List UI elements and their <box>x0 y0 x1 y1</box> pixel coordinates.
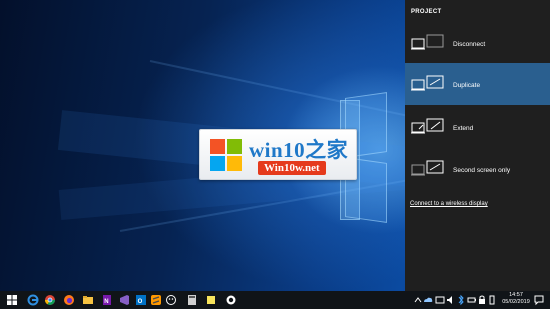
logo-subtitle: Win10w.net <box>258 161 326 175</box>
connect-wireless-display-link[interactable]: Connect to a wireless display <box>410 201 488 207</box>
lock-icon[interactable] <box>478 294 486 306</box>
project-pane: PROJECT Disconnect Duplicate Extend Seco… <box>405 0 550 291</box>
calculator-icon[interactable] <box>186 294 198 306</box>
duplicate-icon <box>411 75 444 91</box>
store-icon[interactable] <box>225 294 237 306</box>
option-second-screen-only[interactable]: Second screen only <box>405 148 550 190</box>
snipping-icon[interactable] <box>165 294 177 306</box>
windows-logo-icon <box>210 139 242 171</box>
sticky-notes-icon[interactable] <box>205 294 217 306</box>
watermark-logo: win10之家 Win10w.net <box>199 129 357 180</box>
clock-time: 14:57 <box>509 292 523 298</box>
outlook-icon[interactable]: O <box>135 294 147 306</box>
show-hidden-icons-chevron[interactable] <box>414 294 422 306</box>
onedrive-icon[interactable] <box>423 294 433 306</box>
network-icon[interactable] <box>435 294 445 306</box>
onenote-icon[interactable]: N <box>101 294 113 306</box>
option-label: Second screen only <box>453 167 511 174</box>
bluetooth-icon[interactable] <box>457 294 465 306</box>
pc-screen-only-icon <box>411 34 444 50</box>
action-center-icon[interactable] <box>534 294 544 306</box>
battery-icon[interactable] <box>467 294 477 306</box>
clock-date: 05/02/2019 <box>502 299 530 305</box>
edge-icon[interactable] <box>27 294 39 306</box>
taskbar: N O 14:57 05/02/2019 <box>0 291 550 309</box>
option-label: Duplicate <box>453 82 481 89</box>
firefox-icon[interactable] <box>63 294 75 306</box>
option-duplicate[interactable]: Duplicate <box>405 63 550 105</box>
option-pc-screen-only[interactable]: Disconnect <box>405 22 550 64</box>
svg-text:O: O <box>138 299 143 305</box>
option-label: Extend <box>453 125 474 132</box>
pane-title: PROJECT <box>411 9 442 15</box>
chrome-icon[interactable] <box>44 294 56 306</box>
logo-title: win10之家 <box>249 138 349 162</box>
extend-icon <box>411 118 444 134</box>
volume-icon[interactable] <box>446 294 456 306</box>
file-explorer-icon[interactable] <box>82 294 94 306</box>
second-screen-only-icon <box>411 160 444 176</box>
light-beam <box>149 60 444 125</box>
clock[interactable]: 14:57 05/02/2019 <box>499 292 533 306</box>
visual-studio-icon[interactable] <box>118 294 130 306</box>
option-extend[interactable]: Extend <box>405 106 550 148</box>
sublime-icon[interactable] <box>150 294 162 306</box>
option-label: Disconnect <box>453 41 486 48</box>
svg-text:N: N <box>104 299 108 305</box>
windows-start-icon[interactable] <box>6 294 18 306</box>
phone-icon[interactable] <box>488 294 496 306</box>
